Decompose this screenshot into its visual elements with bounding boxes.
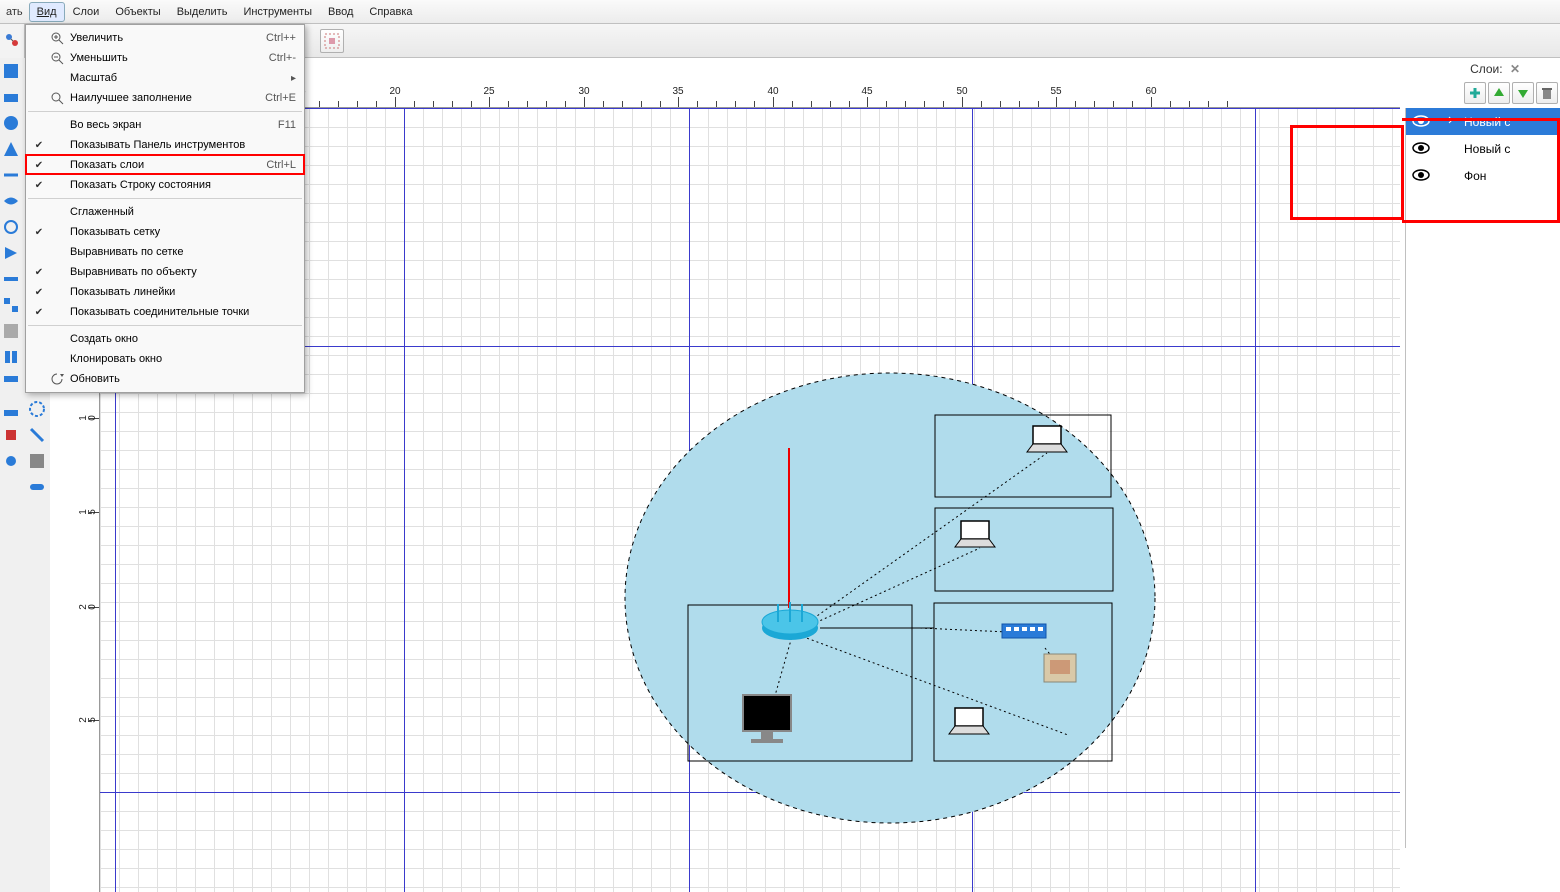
- server-icon: [1044, 654, 1076, 682]
- menu-select[interactable]: Выделить: [169, 2, 236, 22]
- tool-5[interactable]: [0, 164, 22, 186]
- menu-help[interactable]: Справка: [361, 2, 420, 22]
- menu-item-8[interactable]: ✔Показать Строку состояния: [26, 175, 304, 195]
- laptop-icon: [955, 521, 995, 547]
- menu-item-2[interactable]: Масштаб▸: [26, 68, 304, 88]
- menubar-partial: ать: [0, 2, 29, 22]
- annotation-highlight-right: [1402, 118, 1560, 223]
- layer-down-icon[interactable]: [1512, 82, 1534, 104]
- switch-icon: [1002, 624, 1046, 638]
- menu-objects[interactable]: Объекты: [107, 2, 168, 22]
- menu-item-18[interactable]: Клонировать окно: [26, 349, 304, 369]
- menu-tools[interactable]: Инструменты: [235, 2, 320, 22]
- tool-2[interactable]: [0, 112, 22, 134]
- laptop-icon: [1027, 426, 1067, 452]
- laptop-icon: [949, 708, 989, 734]
- tool-25[interactable]: [0, 424, 22, 446]
- tool-27[interactable]: [0, 450, 22, 472]
- select-all-icon[interactable]: [320, 29, 344, 53]
- menu-item-3[interactable]: Наилучшее заполнениеCtrl+E: [26, 88, 304, 108]
- tool-0[interactable]: [0, 60, 22, 82]
- menu-item-19[interactable]: Обновить: [26, 369, 304, 389]
- menu-view[interactable]: Вид: [29, 2, 65, 22]
- menu-item-1[interactable]: УменьшитьCtrl+-: [26, 48, 304, 68]
- menu-layers[interactable]: Слои: [65, 2, 108, 22]
- cloud-shape: [625, 373, 1155, 823]
- tool-22[interactable]: [26, 398, 48, 420]
- menu-separator: [28, 198, 302, 199]
- view-menu-dropdown: УвеличитьCtrl++УменьшитьCtrl+-Масштаб▸На…: [25, 24, 305, 393]
- tool-13[interactable]: [0, 268, 22, 290]
- menu-item-10[interactable]: Сглаженный: [26, 202, 304, 222]
- delete-layer-icon[interactable]: [1536, 82, 1558, 104]
- menu-item-13[interactable]: ✔Выравнивать по объекту: [26, 262, 304, 282]
- tool-3[interactable]: [0, 138, 22, 160]
- layer-buttons: [1464, 82, 1560, 106]
- tool-9[interactable]: [0, 216, 22, 238]
- tool-17[interactable]: [0, 320, 22, 342]
- annotation-highlight-left: [1290, 125, 1404, 220]
- tool-21[interactable]: [0, 372, 22, 394]
- menu-item-5[interactable]: Во весь экранF11: [26, 115, 304, 135]
- menu-item-0[interactable]: УвеличитьCtrl++: [26, 28, 304, 48]
- menu-item-17[interactable]: Создать окно: [26, 329, 304, 349]
- tool-28[interactable]: [26, 476, 48, 498]
- menu-separator: [28, 325, 302, 326]
- tool-15[interactable]: [0, 294, 22, 316]
- menu-item-14[interactable]: ✔Показывать линейки: [26, 282, 304, 302]
- tool-26[interactable]: [26, 450, 48, 472]
- tool-11[interactable]: [0, 242, 22, 264]
- tool-1[interactable]: [0, 86, 22, 108]
- tool-23[interactable]: [0, 398, 22, 420]
- tool-19[interactable]: [0, 346, 22, 368]
- menu-item-15[interactable]: ✔Показывать соединительные точки: [26, 302, 304, 322]
- tool-7[interactable]: [0, 190, 22, 212]
- menu-input[interactable]: Ввод: [320, 2, 361, 22]
- menu-item-6[interactable]: ✔Показывать Панель инструментов: [26, 135, 304, 155]
- menu-item-12[interactable]: Выравнивать по сетке: [26, 242, 304, 262]
- menu-item-11[interactable]: ✔Показывать сетку: [26, 222, 304, 242]
- layer-up-icon[interactable]: [1488, 82, 1510, 104]
- menu-item-7[interactable]: ✔Показать слоиCtrl+L: [26, 155, 304, 175]
- toolbar-partial-icon[interactable]: [0, 24, 25, 58]
- layers-title: Слои: ✕: [1470, 62, 1520, 76]
- tool-24[interactable]: [26, 424, 48, 446]
- menubar: ать Вид Слои Объекты Выделить Инструмент…: [0, 0, 1560, 24]
- menu-separator: [28, 111, 302, 112]
- layers-close-icon[interactable]: ✕: [1510, 62, 1520, 76]
- add-layer-icon[interactable]: [1464, 82, 1486, 104]
